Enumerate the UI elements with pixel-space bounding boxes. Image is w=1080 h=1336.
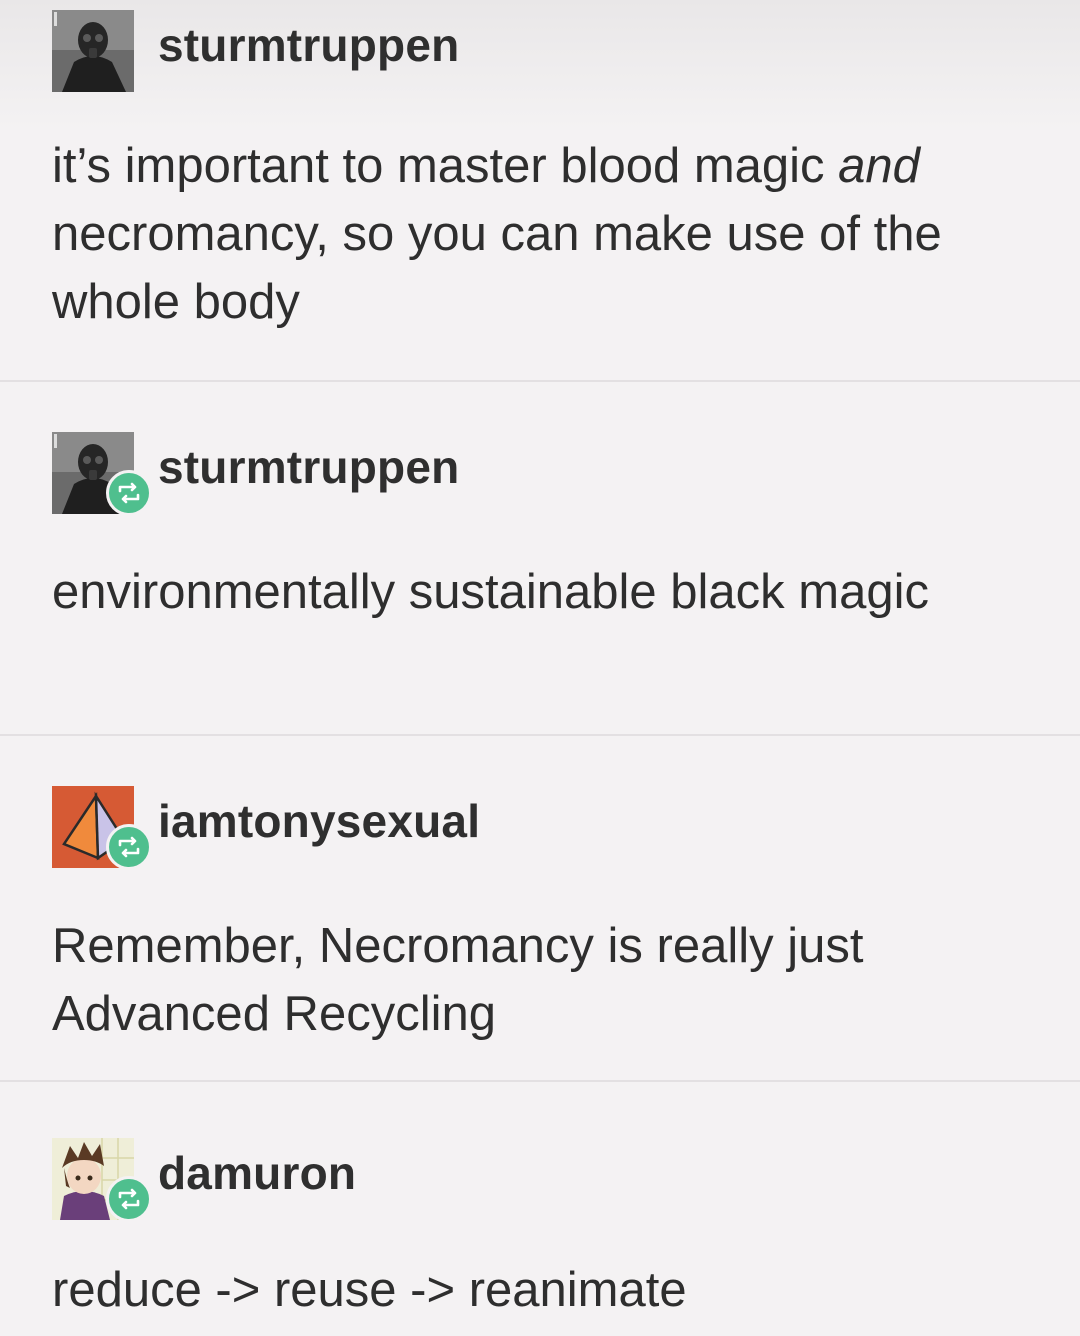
reblog-badge bbox=[106, 470, 152, 516]
avatar[interactable] bbox=[52, 10, 134, 92]
post-body: environmentally sustainable black magic bbox=[52, 565, 929, 619]
post-reblog-2: iamtonysexual Remember, Necromancy is re… bbox=[0, 736, 1080, 1080]
post-body-suffix: necromancy, so you can make use of the w… bbox=[52, 207, 942, 329]
gas-mask-avatar-icon bbox=[52, 10, 134, 92]
post-header: sturmtruppen bbox=[52, 10, 952, 94]
post-body: it’s important to master blood magic and… bbox=[52, 132, 1032, 336]
post-reblog-1: sturmtruppen environmentally sustainable… bbox=[0, 382, 1080, 734]
reblog-badge bbox=[106, 824, 152, 870]
reblog-thread: sturmtruppen it’s important to master bl… bbox=[0, 0, 1080, 1336]
post-header: sturmtruppen bbox=[52, 432, 952, 516]
username[interactable]: damuron bbox=[158, 1146, 356, 1200]
post-body-emphasis: and bbox=[838, 139, 920, 193]
username[interactable]: iamtonysexual bbox=[158, 794, 480, 848]
post-original: sturmtruppen it’s important to master bl… bbox=[0, 0, 1080, 380]
post-body: Remember, Necromancy is really just Adva… bbox=[52, 919, 864, 1041]
reblog-icon bbox=[118, 482, 140, 504]
username[interactable]: sturmtruppen bbox=[158, 440, 459, 494]
post-header: iamtonysexual bbox=[52, 786, 952, 870]
post-body: reduce -> reuse -> reanimate bbox=[52, 1263, 687, 1317]
reblog-icon bbox=[118, 1188, 140, 1210]
post-body-prefix: it’s important to master blood magic bbox=[52, 139, 839, 193]
username[interactable]: sturmtruppen bbox=[158, 18, 459, 72]
reblog-badge bbox=[106, 1176, 152, 1222]
reblog-icon bbox=[118, 836, 140, 858]
post-header: damuron bbox=[52, 1138, 952, 1222]
post-reblog-3: damuron reduce -> reuse -> reanimate bbox=[0, 1082, 1080, 1336]
